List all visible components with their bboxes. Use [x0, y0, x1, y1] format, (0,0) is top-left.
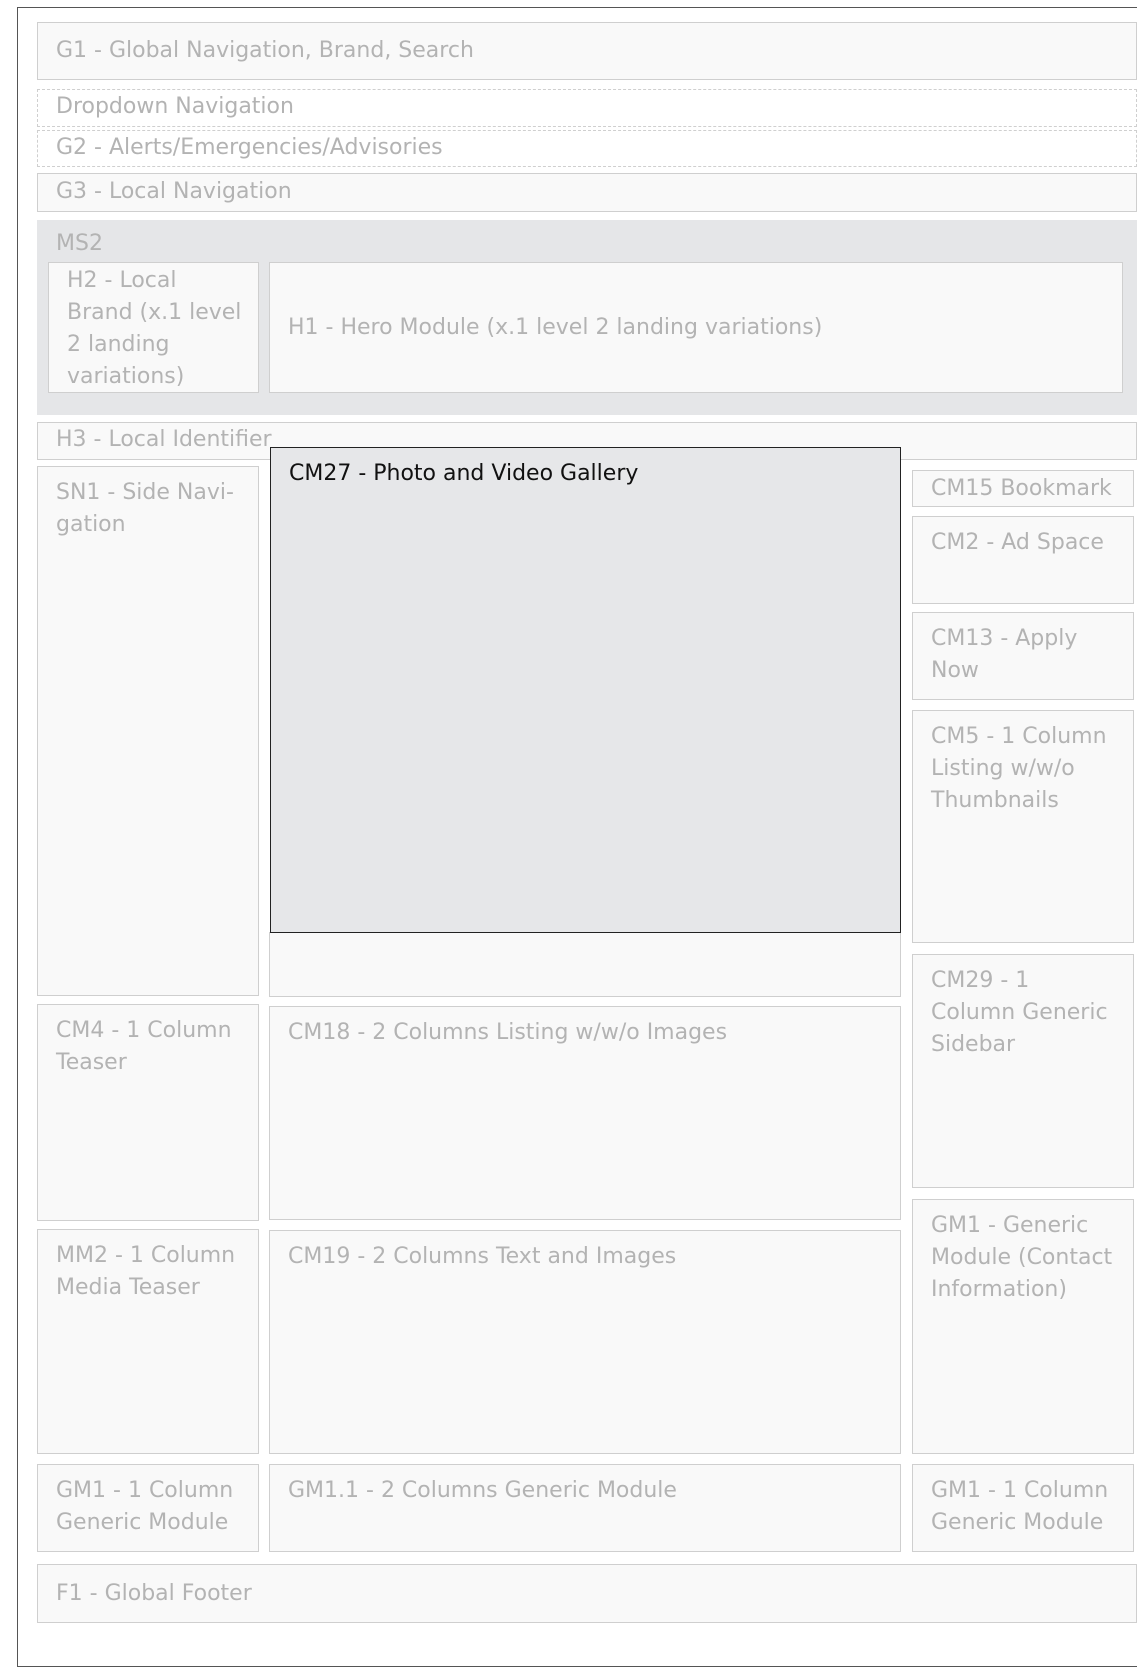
- main-content-area: [269, 932, 901, 997]
- dropdown-navigation: Dropdown Navigation: [37, 89, 1137, 127]
- f1-global-footer: F1 - Global Footer: [37, 1564, 1137, 1623]
- gm1-generic-module-right: GM1 - 1 Column Generic Module: [912, 1464, 1134, 1552]
- cm19-text-and-images: CM19 - 2 Columns Text and Images: [269, 1230, 901, 1454]
- cm15-bookmark: CM15 Bookmark: [912, 470, 1134, 507]
- h2-local-brand: H2 - Local Brand (x.1 level 2 landing va…: [48, 262, 259, 393]
- sn1-side-navigation: SN1 - Side Navi-gation: [37, 466, 259, 996]
- cm5-column-listing: CM5 - 1 Column Listing w/w/o Thumbnails: [912, 710, 1134, 943]
- gm1-1-two-columns-generic-module: GM1.1 - 2 Columns Generic Module: [269, 1464, 901, 1552]
- h1-hero-module: H1 - Hero Module (x.1 level 2 landing va…: [269, 262, 1123, 393]
- cm27-photo-video-gallery: CM27 - Photo and Video Gallery: [270, 447, 901, 933]
- g1-global-navigation: G1 - Global Navigation, Brand, Search: [37, 22, 1137, 80]
- gm1-contact-information: GM1 - Generic Module (Contact Informatio…: [912, 1199, 1134, 1454]
- gm1-generic-module-left: GM1 - 1 Column Generic Module: [37, 1464, 259, 1552]
- cm2-ad-space: CM2 - Ad Space: [912, 516, 1134, 604]
- g2-alerts: G2 - Alerts/Emergencies/Advisories: [37, 130, 1137, 167]
- g3-local-navigation: G3 - Local Navigation: [37, 173, 1137, 212]
- cm13-apply-now: CM13 - Apply Now: [912, 612, 1134, 700]
- cm18-listing: CM18 - 2 Columns Listing w/w/o Images: [269, 1006, 901, 1220]
- ms2-label: MS2: [56, 231, 103, 256]
- cm29-generic-sidebar: CM29 - 1 Column Generic Sidebar: [912, 954, 1134, 1188]
- mm2-media-teaser: MM2 - 1 Column Media Teaser: [37, 1229, 259, 1454]
- cm4-column-teaser: CM4 - 1 Column Teaser: [37, 1004, 259, 1221]
